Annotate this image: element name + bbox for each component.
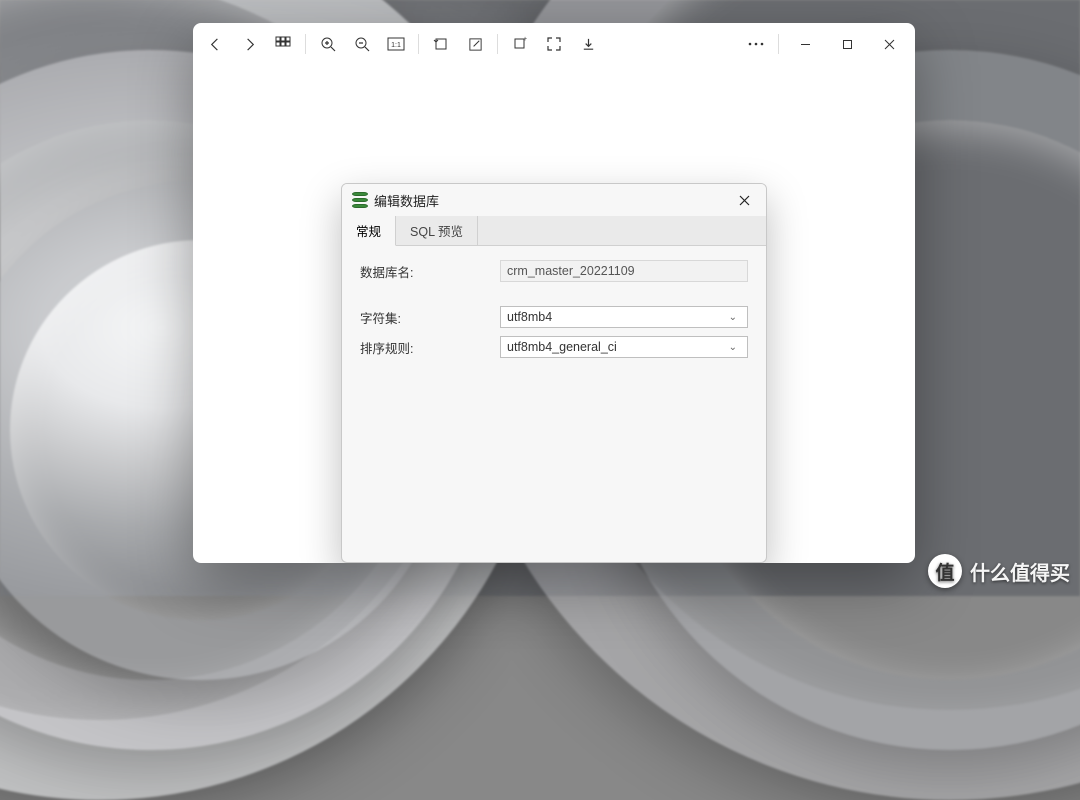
dialog-titlebar: 编辑数据库	[342, 184, 766, 216]
dialog-tabs: 常规 SQL 预览	[342, 216, 766, 246]
collation-label: 排序规则:	[360, 338, 490, 357]
watermark-badge: 值	[928, 554, 962, 588]
image-viewer-window: 1:1 + 编辑数据库 常规 SQL 预览 数据库名:	[193, 23, 915, 563]
watermark-text: 什么值得买	[970, 557, 1070, 586]
svg-text:+: +	[523, 36, 527, 43]
svg-text:1:1: 1:1	[391, 42, 401, 49]
separator	[418, 34, 419, 54]
dialog-body: 数据库名: 字符集: utf8mb4 ⌄ 排序规则: utf8mb4_gener…	[342, 246, 766, 380]
separator	[497, 34, 498, 54]
db-name-input[interactable]	[500, 260, 748, 282]
gallery-button[interactable]	[267, 28, 299, 60]
forward-button[interactable]	[233, 28, 265, 60]
dialog-title: 编辑数据库	[374, 191, 730, 210]
edit-button[interactable]	[459, 28, 491, 60]
charset-label: 字符集:	[360, 308, 490, 327]
db-name-label: 数据库名:	[360, 262, 490, 281]
watermark: 值 什么值得买	[928, 554, 1070, 588]
more-button[interactable]	[740, 28, 772, 60]
minimize-button[interactable]	[785, 28, 825, 60]
back-button[interactable]	[199, 28, 231, 60]
tab-general[interactable]: 常规	[342, 216, 396, 246]
close-button[interactable]	[869, 28, 909, 60]
charset-value: utf8mb4	[507, 310, 552, 324]
viewer-toolbar: 1:1 +	[193, 23, 915, 65]
maximize-button[interactable]	[827, 28, 867, 60]
database-icon	[352, 192, 368, 208]
fullscreen-button[interactable]	[538, 28, 570, 60]
edit-database-dialog: 编辑数据库 常规 SQL 预览 数据库名: 字符集: utf8mb4 ⌄ 排序规…	[341, 183, 767, 563]
separator	[305, 34, 306, 54]
chevron-down-icon: ⌄	[725, 342, 741, 353]
chevron-down-icon: ⌄	[725, 312, 741, 323]
zoom-out-button[interactable]	[346, 28, 378, 60]
download-button[interactable]	[572, 28, 604, 60]
collation-value: utf8mb4_general_ci	[507, 340, 617, 354]
rotate-button[interactable]	[425, 28, 457, 60]
tab-sql-preview[interactable]: SQL 预览	[396, 216, 478, 245]
charset-combo[interactable]: utf8mb4 ⌄	[500, 306, 748, 328]
crop-button[interactable]: +	[504, 28, 536, 60]
separator	[778, 34, 779, 54]
dialog-close-button[interactable]	[730, 188, 758, 212]
collation-combo[interactable]: utf8mb4_general_ci ⌄	[500, 336, 748, 358]
zoom-in-button[interactable]	[312, 28, 344, 60]
actual-size-button[interactable]: 1:1	[380, 28, 412, 60]
